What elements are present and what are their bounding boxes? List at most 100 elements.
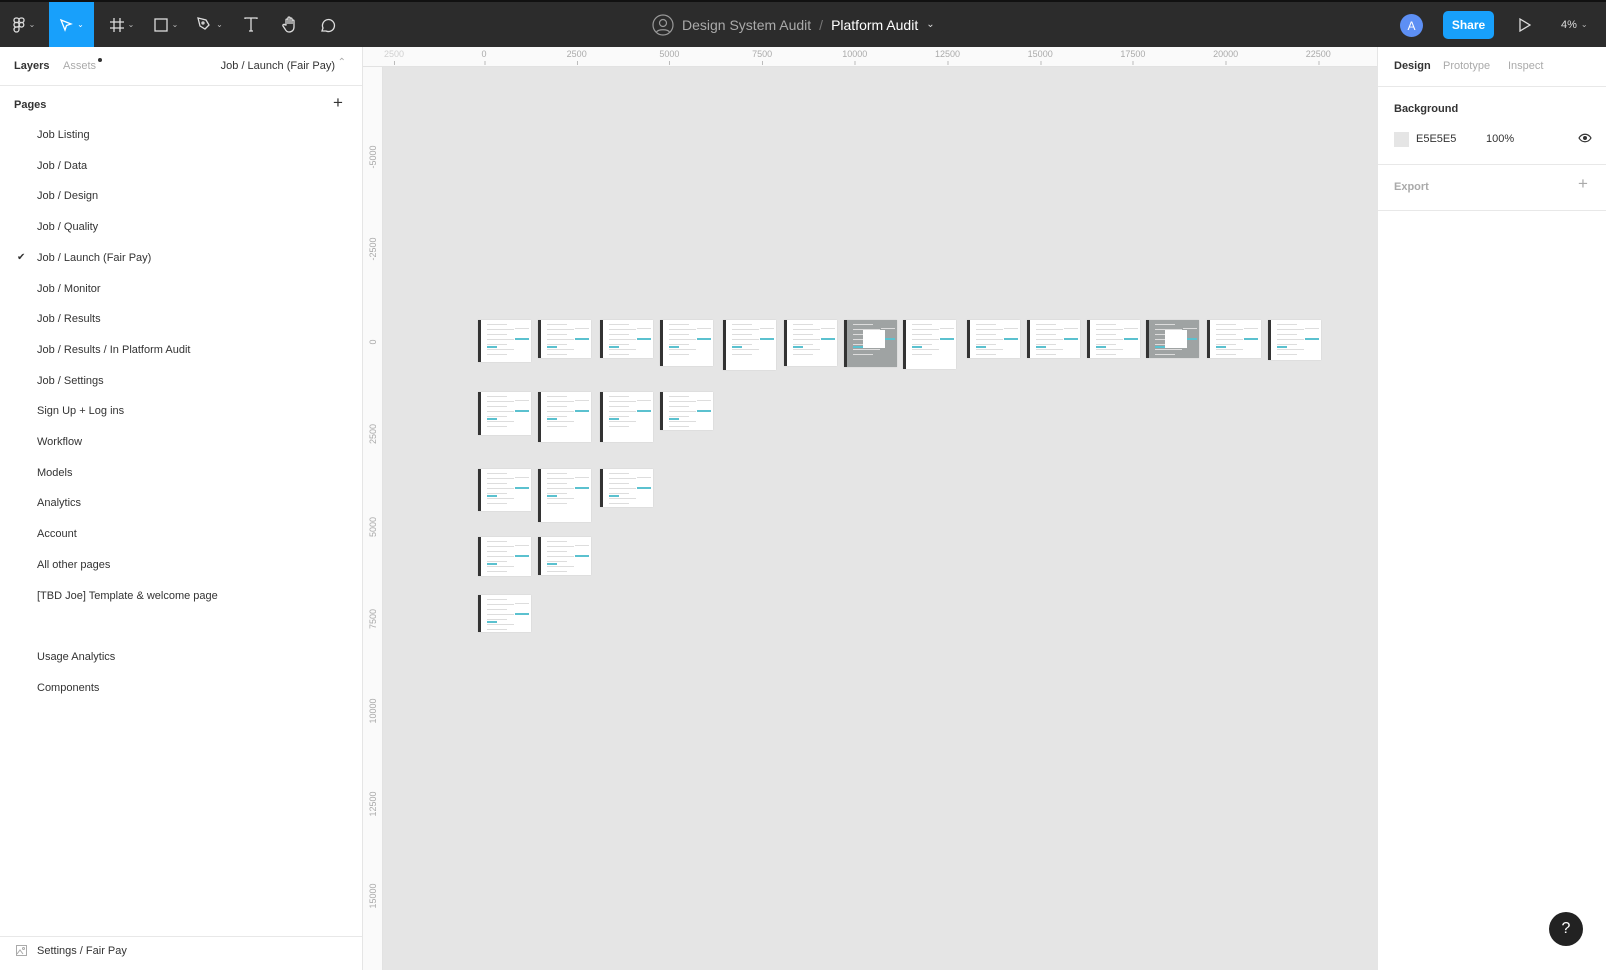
user-avatar[interactable]: A (1400, 14, 1423, 37)
frame-thumbnail[interactable] (538, 469, 592, 522)
chevron-down-icon: ⌄ (28, 20, 36, 29)
hand-tool[interactable] (278, 2, 302, 47)
page-item[interactable]: All other pages (37, 559, 110, 571)
frame-thumbnail[interactable] (1145, 319, 1200, 358)
frame-thumbnail[interactable] (477, 469, 531, 512)
frame-thumbnail[interactable] (1267, 319, 1322, 360)
page-item[interactable]: Job / Design (37, 190, 98, 202)
chevron-down-icon: ⌄ (77, 20, 84, 29)
divider (0, 936, 362, 937)
chevron-down-icon: ⌄ (127, 20, 135, 29)
frame-thumbnail[interactable] (843, 319, 897, 367)
comment-bubble-icon (321, 18, 336, 32)
text-t-icon (244, 17, 258, 32)
page-item[interactable]: Job Listing (37, 129, 90, 141)
page-item[interactable]: Job / Results (37, 313, 101, 325)
frame-thumbnail[interactable] (660, 319, 714, 366)
tab-inspect[interactable]: Inspect (1508, 60, 1543, 72)
frame-thumbnail[interactable] (903, 319, 957, 369)
help-button[interactable]: ? (1549, 912, 1583, 946)
divider (1378, 86, 1606, 87)
team-avatar-icon[interactable] (652, 13, 674, 36)
page-item[interactable]: Job / Monitor (37, 283, 101, 295)
ruler-y-label: -2500 (368, 237, 378, 261)
present-button[interactable] (1515, 2, 1535, 47)
add-export-icon[interactable]: + (1578, 174, 1588, 194)
page-item[interactable]: Usage Analytics (37, 651, 115, 663)
background-opacity-input[interactable]: 100% (1486, 133, 1514, 145)
ruler-x-label: 15000 (1027, 49, 1053, 65)
page-item[interactable]: Job / Data (37, 160, 87, 172)
ruler-y-label: 7500 (368, 608, 378, 630)
zoom-dropdown[interactable]: 4% ⌄ (1561, 2, 1588, 47)
frame-thumbnail[interactable] (1207, 319, 1261, 358)
rectangle-tool[interactable]: ⌄ (148, 2, 184, 47)
background-color-swatch[interactable] (1394, 132, 1409, 147)
comment-tool[interactable] (316, 2, 340, 47)
export-heading: Export (1394, 181, 1429, 193)
checkmark-icon: ✔ (17, 251, 26, 263)
frame-thumbnail[interactable] (477, 391, 531, 435)
frame-tool[interactable]: ⌄ (104, 2, 140, 47)
current-page-selector[interactable]: Job / Launch (Fair Pay) (221, 60, 335, 72)
canvas[interactable] (383, 67, 1377, 970)
design-panel: Design Prototype Inspect Background E5E5… (1377, 47, 1606, 970)
eye-icon[interactable] (1578, 133, 1592, 143)
figma-logo-icon (12, 16, 25, 33)
ruler-y-label: 5000 (368, 516, 378, 537)
frame-thumbnail[interactable] (477, 594, 531, 633)
background-heading: Background (1394, 103, 1459, 115)
page-item[interactable]: Analytics (37, 497, 81, 509)
frame-thumbnail[interactable] (538, 537, 592, 576)
page-item[interactable]: Job / Results / In Platform Audit (37, 344, 190, 356)
frame-thumbnail[interactable] (599, 319, 653, 358)
tab-assets[interactable]: Assets (63, 60, 96, 72)
page-item[interactable]: Account (37, 528, 77, 540)
page-item[interactable]: Job / Quality (37, 221, 98, 233)
frame-thumbnail[interactable] (784, 319, 838, 366)
frame-thumbnail[interactable] (1027, 319, 1081, 358)
frame-thumbnail[interactable] (599, 469, 653, 508)
frame-thumbnail[interactable] (538, 391, 592, 442)
frame-thumbnail[interactable] (538, 319, 592, 358)
ruler-x-label: 22500 (1305, 49, 1331, 65)
ruler-x-label: 0 (481, 49, 487, 65)
tab-layers[interactable]: Layers (14, 60, 49, 72)
assets-update-dot (98, 58, 102, 62)
text-tool[interactable] (240, 2, 262, 47)
pen-tool[interactable]: ⌄ (192, 2, 228, 47)
chevron-down-icon: ⌄ (216, 20, 223, 29)
file-name[interactable]: Platform Audit (831, 17, 918, 33)
share-button[interactable]: Share (1443, 11, 1494, 39)
chevron-down-icon[interactable]: ⌄ (926, 19, 934, 30)
move-tool[interactable]: ⌄ (49, 2, 94, 47)
tab-prototype[interactable]: Prototype (1443, 60, 1490, 72)
page-item[interactable]: Components (37, 682, 99, 694)
chevron-down-icon: ⌄ (171, 20, 179, 29)
chevron-down-icon: ⌄ (1580, 20, 1588, 29)
frame-thumbnail[interactable] (1086, 319, 1140, 358)
pages-heading: Pages (14, 99, 47, 111)
play-icon (1519, 17, 1531, 32)
ruler-x-label: 2500 (566, 49, 587, 65)
page-item[interactable]: Models (37, 467, 72, 479)
page-item[interactable]: Sign Up + Log ins (37, 405, 124, 417)
layer-item[interactable]: Settings / Fair Pay (37, 945, 127, 957)
chevron-up-icon[interactable]: ⌃ (338, 57, 346, 68)
add-page-icon[interactable]: + (333, 93, 343, 113)
frame-thumbnail[interactable] (722, 319, 776, 371)
page-item[interactable]: Job / Settings (37, 375, 104, 387)
background-hex-input[interactable]: E5E5E5 (1416, 133, 1456, 145)
frame-thumbnail[interactable] (477, 537, 531, 577)
main-menu-button[interactable]: ⌄ (8, 2, 40, 47)
frame-thumbnail[interactable] (660, 391, 714, 431)
frame-thumbnail[interactable] (599, 391, 653, 442)
tab-design[interactable]: Design (1394, 60, 1431, 72)
page-item[interactable]: Job / Launch (Fair Pay) (37, 252, 151, 264)
project-name[interactable]: Design System Audit (682, 17, 811, 33)
frame-thumbnail[interactable] (966, 319, 1020, 358)
page-item[interactable]: Workflow (37, 436, 82, 448)
frame-thumbnail[interactable] (477, 319, 531, 362)
page-item[interactable]: [TBD Joe] Template & welcome page (37, 590, 218, 602)
ruler-y-label: 10000 (368, 698, 378, 724)
